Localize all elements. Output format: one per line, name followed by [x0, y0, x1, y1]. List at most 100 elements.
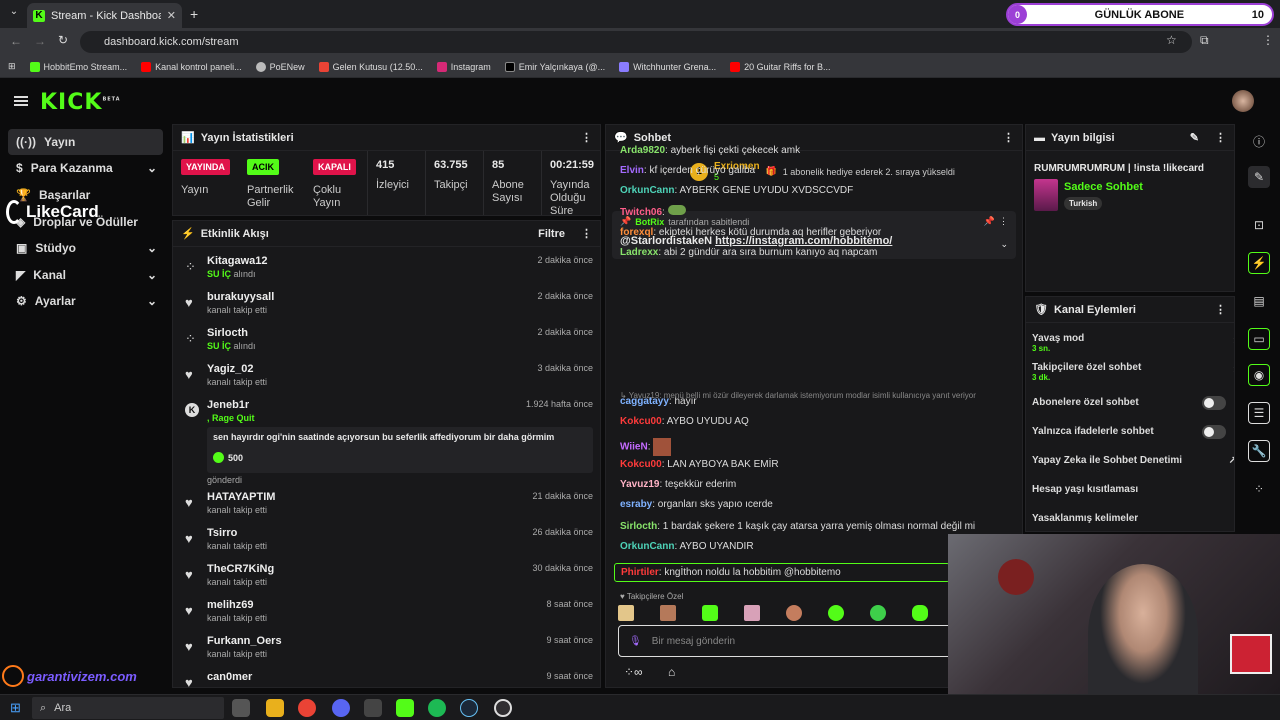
more-icon[interactable]: ⋮	[581, 227, 592, 240]
document-icon[interactable]: ▤	[1248, 290, 1270, 312]
obs-icon[interactable]	[494, 699, 512, 717]
bookmark-item[interactable]: Emir Yalçınkaya (@...	[504, 61, 605, 72]
url-field[interactable]: dashboard.kick.com/stream	[80, 31, 1192, 53]
followers-chat-row[interactable]: Takipçilere özel sohbet3 dk.›	[1032, 362, 1234, 382]
sidebar-item-ayarlar[interactable]: ⚙ Ayarlar ⌄	[8, 288, 163, 314]
emote-icon[interactable]	[828, 605, 844, 621]
activity-username[interactable]: HATAYAPTIM	[207, 491, 275, 503]
kick-logo[interactable]: KICKBETA	[40, 90, 121, 115]
emote-icon[interactable]	[870, 605, 886, 621]
activity-username[interactable]: Tsirro	[207, 527, 237, 539]
close-tab-icon[interactable]: ✕	[167, 9, 176, 22]
apps-icon[interactable]: ⊞	[8, 61, 16, 72]
subs-chat-toggle[interactable]	[1202, 396, 1226, 410]
spotify-icon[interactable]	[428, 699, 446, 717]
wrench-icon[interactable]: 🔧	[1248, 440, 1270, 462]
chat-message[interactable]: Elvin: kf içerden çürüyo galiba	[620, 165, 755, 176]
activity-username[interactable]: Kitagawa12	[207, 255, 268, 267]
chat-message[interactable]: Phirtiler: kngİthon noldu la hobbitim @h…	[614, 563, 950, 582]
new-tab-button[interactable]: +	[190, 6, 198, 22]
target-icon[interactable]: ⊡	[1248, 214, 1270, 236]
forward-icon[interactable]: →	[34, 34, 46, 48]
chat-message[interactable]: OrkunCann: AYBERK GENE UYUDU XVDSCCVDF	[620, 185, 853, 196]
chat-input[interactable]: 🎙 Bir mesaj gönderin	[618, 625, 952, 657]
bookmark-item[interactable]: Gelen Kutusu (12.50...	[318, 61, 423, 72]
more-icon[interactable]: ⋮	[1215, 303, 1226, 316]
activity-username[interactable]: Yagiz_02	[207, 363, 253, 375]
points-icon[interactable]: ⁘∞	[624, 665, 643, 679]
menu-icon[interactable]: ⋮	[1262, 33, 1274, 47]
emote-icon[interactable]	[702, 605, 718, 621]
bookmark-star-icon[interactable]: ☆	[1166, 33, 1177, 47]
emote-icon[interactable]	[744, 605, 760, 621]
chat-message[interactable]: Arda9820: ayberk fişi çekti çekecek amk	[620, 145, 800, 156]
microphone-icon[interactable]: 🎙	[629, 636, 642, 647]
emote-icon[interactable]	[786, 605, 802, 621]
activity-username[interactable]: Furkann_Oers	[207, 635, 282, 647]
browser-tab[interactable]: K Stream - Kick Dashboard ✕	[27, 3, 182, 28]
file-explorer-icon[interactable]	[266, 699, 284, 717]
bookmark-item[interactable]: Witchhunter Grena...	[619, 61, 716, 72]
more-icon[interactable]: ⋮	[1215, 131, 1226, 144]
points-icon[interactable]: ⁘	[1248, 478, 1270, 500]
xbox-icon[interactable]	[364, 699, 382, 717]
stack-icon[interactable]: ☰	[1248, 402, 1270, 424]
chat-message[interactable]: Kokcu00: LAN AYBOYA BAK EMİR	[620, 459, 779, 470]
steam-icon[interactable]	[460, 699, 478, 717]
pin-action-icon[interactable]: 📌	[984, 216, 995, 227]
chat-message[interactable]: Sirlocth: 1 bardak şekere 1 kaşık çay at…	[620, 521, 975, 532]
store-icon[interactable]: ⌂	[668, 665, 675, 679]
sidebar-item-para-kazanma[interactable]: $ Para Kazanma ⌄	[8, 155, 163, 181]
chat-message[interactable]: forexql: ekipteki herkes kötü durumda aq…	[620, 227, 881, 238]
activity-username[interactable]: can0mer	[207, 671, 252, 683]
edit-icon[interactable]: ✎	[1248, 166, 1270, 188]
chat-message[interactable]: Kokcu00: AYBO UYUDU AQ	[620, 416, 749, 427]
activity-username[interactable]: melihz69	[207, 599, 253, 611]
back-icon[interactable]: ←	[10, 34, 22, 48]
task-view-icon[interactable]	[232, 699, 250, 717]
edit-icon[interactable]: ✎	[1190, 131, 1199, 144]
chat-message[interactable]: OrkunCann: AYBO UYANDIR	[620, 541, 754, 552]
activity-username[interactable]: burakuyysall	[207, 291, 274, 303]
chat-message[interactable]: Yavuz19: teşekkür ederim	[620, 479, 736, 490]
emote-icon[interactable]	[660, 605, 676, 621]
emote-chat-toggle[interactable]	[1202, 425, 1226, 439]
account-age-row[interactable]: Hesap yaşı kısıtlaması›	[1032, 484, 1234, 495]
sidebar-item-studyo[interactable]: ▣ Stüdyo ⌄	[8, 235, 163, 261]
extensions-icon[interactable]: ⧉	[1200, 33, 1209, 48]
bookmark-item[interactable]: PoENew	[255, 61, 305, 72]
activity-username[interactable]: TheCR7KiNg	[207, 563, 274, 575]
chevron-down-icon[interactable]: ⌄	[1000, 239, 1008, 250]
bookmark-item[interactable]: Kanal kontrol paneli...	[141, 61, 242, 72]
ai-moderation-row[interactable]: Yapay Zeka ile Sohbet Denetimi↗	[1032, 455, 1234, 466]
bookmark-item[interactable]: HobbitEmo Stream...	[29, 61, 127, 72]
more-icon[interactable]: ⋮	[999, 216, 1008, 227]
banned-words-row[interactable]: Yasaklanmış kelimeler›	[1032, 513, 1234, 524]
activity-username[interactable]: Sirlocth	[207, 327, 248, 339]
slow-mode-row[interactable]: Yavaş mod3 sn.›	[1032, 333, 1234, 353]
sidebar-item-kanal[interactable]: ◤ Kanal ⌄	[8, 262, 163, 288]
lightning-icon[interactable]: ⚡	[1248, 252, 1270, 274]
chrome-icon[interactable]	[298, 699, 316, 717]
bookmark-item[interactable]: 20 Guitar Riffs for B...	[730, 61, 831, 72]
chat-message[interactable]: esraby: organları sks yapıo ıcerde	[620, 499, 773, 510]
tab-list-button[interactable]: ⌄	[6, 6, 22, 22]
filter-button[interactable]: Filtre	[538, 228, 565, 240]
category-link[interactable]: Sadece Sohbet	[1064, 181, 1143, 193]
windows-start-icon[interactable]: ⊞	[10, 700, 21, 716]
emote-icon[interactable]	[618, 605, 634, 621]
user-avatar[interactable]	[1232, 90, 1254, 112]
chat-icon[interactable]: ▭	[1248, 328, 1270, 350]
chat-message[interactable]: WiieN:	[620, 438, 672, 456]
chat-message[interactable]: Ladrexx: abi 2 gündür ara sıra burnum ka…	[620, 247, 877, 258]
more-icon[interactable]: ⋮	[1003, 131, 1014, 144]
taskbar-search[interactable]: ⌕ Ara	[32, 697, 224, 719]
reload-icon[interactable]: ↻	[58, 33, 68, 47]
discord-icon[interactable]	[332, 699, 350, 717]
bookmark-item[interactable]: Instagram	[436, 61, 491, 72]
chat-message[interactable]: Twitch06:	[620, 205, 686, 218]
more-icon[interactable]: ⋮	[581, 131, 592, 144]
sidebar-item-yayin[interactable]: ((·)) Yayın	[8, 129, 163, 155]
kick-app-icon[interactable]	[396, 699, 414, 717]
broadcast-icon[interactable]: ◉	[1248, 364, 1270, 386]
